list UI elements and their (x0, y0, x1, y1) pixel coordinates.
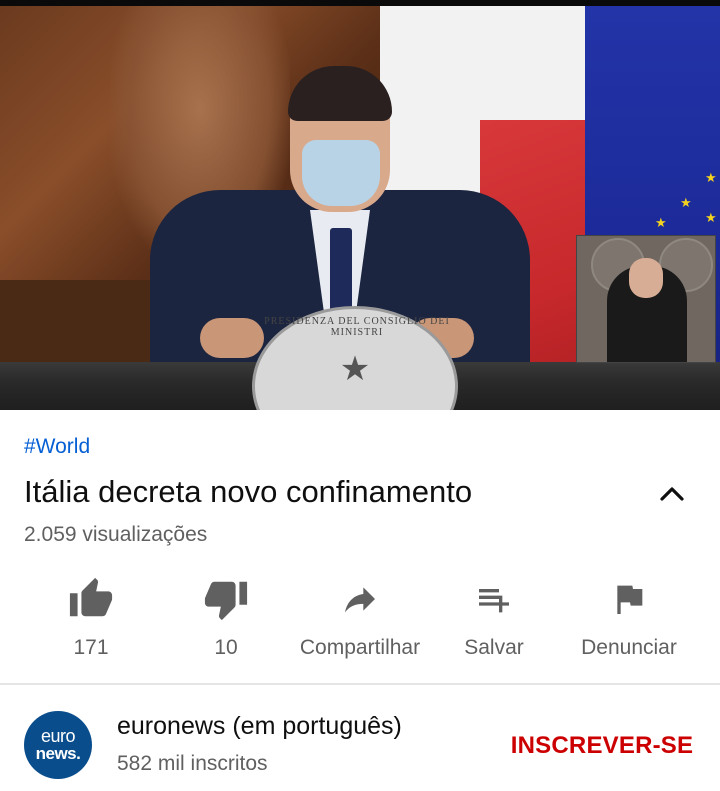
channel-avatar[interactable]: euro news. (24, 711, 92, 779)
video-title: Itália decreta novo confinamento (24, 474, 473, 509)
hashtag-link[interactable]: #World (24, 435, 90, 459)
view-count: 2.059 visualizações (24, 523, 208, 546)
like-button[interactable]: 171 (55, 570, 127, 670)
share-button[interactable]: Compartilhar (290, 570, 430, 670)
playlist-add-icon (469, 574, 519, 624)
eu-star-icon: ★ (655, 215, 667, 230)
dislike-button[interactable]: 10 (190, 570, 262, 670)
flag-icon (604, 574, 654, 624)
video-frame: ★ ★ ★ ★ ★ PRESIDENZA DEL CONSIGLIO DEI M… (0, 0, 720, 410)
interpreter-face (629, 258, 663, 298)
avatar-text-line1: euro (40, 726, 76, 746)
share-label: Compartilhar (299, 636, 421, 659)
collapse-description-button[interactable] (650, 476, 694, 512)
thumbs-up-icon (66, 574, 116, 624)
divider (0, 683, 720, 685)
subscriber-count: 582 mil inscritos (117, 752, 268, 775)
action-bar: 171 10 Compartilhar Salvar Denunciar (0, 570, 720, 670)
subscribe-button[interactable]: INSCREVER-SE (500, 728, 704, 764)
sign-language-interpreter-inset (576, 235, 716, 363)
like-count: 171 (73, 636, 109, 659)
dislike-count: 10 (214, 636, 238, 659)
speaker-tie (330, 228, 352, 318)
channel-name[interactable]: euronews (em português) (117, 712, 402, 741)
video-player[interactable]: ★ ★ ★ ★ ★ PRESIDENZA DEL CONSIGLIO DEI M… (0, 0, 720, 410)
save-label: Salvar (464, 636, 524, 659)
report-button[interactable]: Denunciar (570, 570, 688, 670)
channel-row: euro news. euronews (em português) 582 m… (0, 686, 720, 791)
eu-star-icon: ★ (705, 170, 717, 185)
share-arrow-icon (335, 574, 385, 624)
face-mask (302, 140, 380, 206)
save-button[interactable]: Salvar (454, 570, 534, 670)
chevron-up-icon (660, 487, 684, 501)
seal-text: PRESIDENZA DEL CONSIGLIO DEI MINISTRI (264, 316, 450, 338)
eu-star-icon: ★ (705, 210, 717, 225)
avatar-text-line2: news. (35, 744, 81, 763)
report-label: Denunciar (581, 636, 677, 659)
speaker-hand-left (200, 318, 264, 358)
eu-star-icon: ★ (680, 195, 692, 210)
thumbs-down-icon (201, 574, 251, 624)
